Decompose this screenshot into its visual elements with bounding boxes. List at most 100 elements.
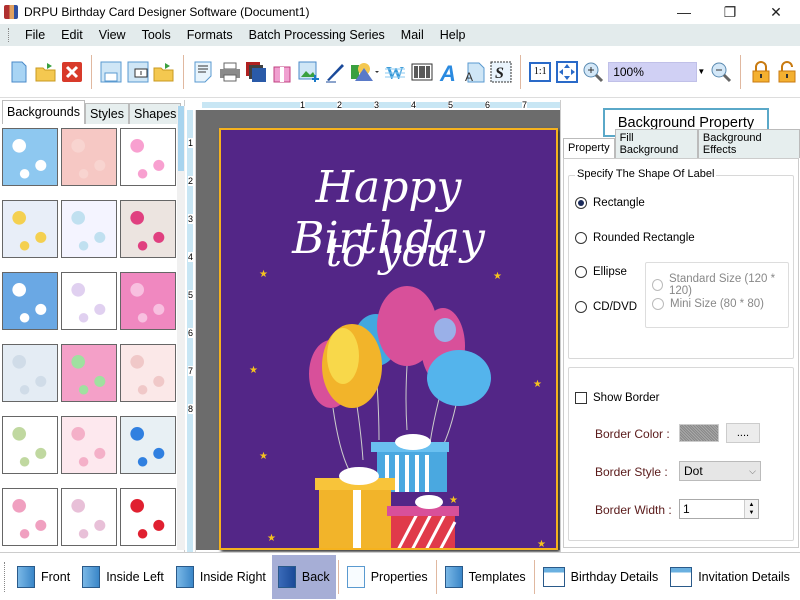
batch-print-button[interactable] (244, 59, 268, 85)
background-thumbnail-birds[interactable] (120, 200, 176, 258)
border-width-stepper[interactable]: 1 ▲ ▼ (679, 499, 759, 519)
new-button[interactable] (7, 59, 31, 85)
restore-button[interactable]: ❐ (708, 0, 752, 24)
signature-button[interactable]: S (489, 59, 513, 85)
minimize-button[interactable]: — (662, 0, 706, 24)
background-thumbnail-happy-birthday-text[interactable] (2, 416, 58, 474)
background-thumbnail-faded-pink[interactable] (120, 344, 176, 402)
open-folder-button[interactable] (152, 59, 176, 85)
tab-styles[interactable]: Styles (84, 103, 130, 124)
background-thumbnail-doodle-pastel[interactable] (61, 200, 117, 258)
back-button[interactable]: Back (271, 554, 336, 599)
text-button[interactable]: A (436, 59, 460, 85)
background-thumbnail-daisies[interactable] (2, 200, 58, 258)
templates-icon (444, 565, 463, 588)
button-label: Templates (468, 569, 526, 584)
menu-mail[interactable]: Mail (393, 28, 432, 42)
background-thumbnail-stars-blue[interactable] (2, 272, 58, 330)
actual-size-button[interactable]: 1:1 (528, 59, 552, 85)
menu-file[interactable]: File (17, 28, 53, 42)
tab-property[interactable]: Property (563, 138, 615, 158)
show-border-checkbox[interactable]: Show Border (575, 392, 659, 404)
background-thumbnail-flowers[interactable] (120, 128, 176, 186)
menu-help[interactable]: Help (432, 28, 474, 42)
ruler-tick-label: 3 (374, 100, 380, 110)
wordart-button[interactable]: W (383, 59, 407, 85)
spin-up-icon[interactable]: ▲ (749, 501, 755, 509)
open-button[interactable] (33, 59, 57, 85)
unlock-button[interactable] (775, 59, 799, 85)
tab-fill-background[interactable]: Fill Background (614, 129, 698, 158)
background-thumbnail-balloons-soft[interactable] (61, 272, 117, 330)
fit-window-button[interactable] (554, 59, 578, 85)
stepper-buttons[interactable]: ▲ ▼ (744, 500, 758, 518)
ruler-tick-label: 8 (188, 404, 194, 414)
background-thumbnail-pink-texture[interactable] (61, 128, 117, 186)
background-thumbnail-balloon-bunches[interactable] (61, 488, 117, 546)
properties-bottom-button[interactable]: Properties (341, 555, 434, 599)
properties-button[interactable] (191, 59, 215, 85)
invitation-details-button[interactable]: Invitation Details (664, 555, 796, 599)
radio-button[interactable] (575, 197, 587, 209)
tab-background-effects[interactable]: Background Effects (697, 129, 800, 158)
background-thumbnail-clouds[interactable] (2, 128, 58, 186)
watermark-button[interactable]: A (462, 59, 486, 85)
gift-button[interactable] (270, 59, 294, 85)
radio-button[interactable] (575, 301, 587, 313)
insert-image-button[interactable] (297, 59, 321, 85)
radio-ellipse[interactable]: Ellipse (575, 266, 627, 278)
border-style-select[interactable]: Dot ⌵ (679, 461, 761, 481)
background-thumbnail-grey-pattern[interactable] (2, 344, 58, 402)
close-window-button[interactable]: ✕ (754, 0, 798, 24)
print-button[interactable] (218, 59, 242, 85)
lock-button[interactable] (748, 59, 772, 85)
zoom-out-button[interactable] (709, 59, 733, 85)
menu-formats[interactable]: Formats (179, 28, 241, 42)
barcode-button[interactable] (410, 59, 434, 85)
spin-down-icon[interactable]: ▼ (749, 509, 755, 517)
shapes-button[interactable] (349, 59, 381, 85)
background-thumbnail-balloons-color[interactable] (120, 416, 176, 474)
zoom-dropdown-arrow[interactable]: ▼ (697, 67, 706, 76)
radio-rectangle[interactable]: Rectangle (575, 197, 645, 209)
print-icon (219, 62, 240, 81)
print-batch-icon (246, 61, 267, 82)
zoom-level-input[interactable]: 100% (608, 61, 697, 82)
templates-button[interactable]: Templates (439, 555, 532, 599)
inside-right-button[interactable]: Inside Right (170, 555, 272, 599)
button-label: Back (301, 569, 330, 584)
save-as-button[interactable] (125, 59, 149, 85)
save-button[interactable] (99, 59, 123, 85)
tab-backgrounds[interactable]: Backgrounds (2, 100, 85, 124)
radio-button[interactable] (575, 232, 587, 244)
birthday-card[interactable]: Happy Birthday to you ★ ★ ★ ★ ★ ★ ★ ★ ★ (219, 128, 558, 550)
border-color-picker-button[interactable]: .... (726, 423, 760, 443)
background-thumbnail-red-hearts[interactable] (120, 488, 176, 546)
birthday-details-icon (542, 566, 565, 587)
insert-image-icon (298, 61, 319, 82)
radio-button[interactable] (575, 266, 587, 278)
checkbox[interactable] (575, 392, 587, 404)
close-document-button[interactable] (60, 59, 84, 85)
radio-cd-dvd[interactable]: CD/DVD (575, 301, 637, 313)
background-thumbnail-pink-stripes[interactable] (61, 416, 117, 474)
menu-view[interactable]: View (91, 28, 134, 42)
inside-left-button[interactable]: Inside Left (76, 555, 170, 599)
background-thumbnail-pink-birthday[interactable] (120, 272, 176, 330)
bottombar-grip (4, 561, 7, 592)
menu-edit[interactable]: Edit (53, 28, 91, 42)
background-thumbnail-hearts-outline[interactable] (2, 488, 58, 546)
menu-tools[interactable]: Tools (134, 28, 179, 42)
pen-button[interactable] (323, 59, 347, 85)
background-thumbnail-watercolor[interactable] (61, 344, 117, 402)
radio-rounded-rectangle[interactable]: Rounded Rectangle (575, 232, 695, 244)
border-color-swatch[interactable] (679, 424, 719, 442)
thumbnail-scrollbar[interactable] (177, 106, 185, 550)
menu-batch-processing[interactable]: Batch Processing Series (241, 28, 393, 42)
scrollbar-thumb[interactable] (178, 106, 184, 171)
save-icon (100, 61, 122, 82)
zoom-in-button[interactable] (581, 59, 605, 85)
tab-shapes[interactable]: Shapes (129, 103, 182, 124)
birthday-details-button[interactable]: Birthday Details (537, 555, 665, 599)
front-button[interactable]: Front (11, 555, 76, 599)
